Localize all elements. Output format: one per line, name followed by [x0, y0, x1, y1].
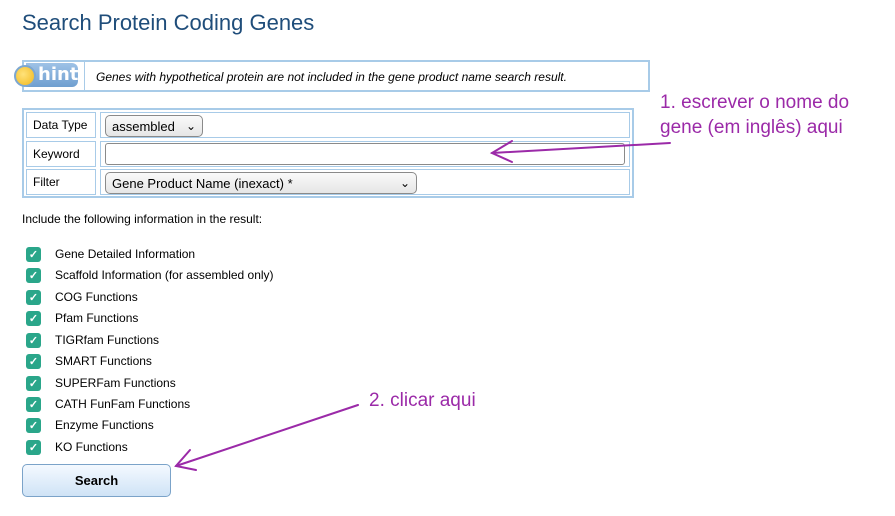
- page: Search Protein Coding Genes hint: Genes …: [0, 0, 895, 516]
- arrow-to-keyword-input: [491, 142, 671, 154]
- annotation-arrows: [174, 140, 671, 471]
- arrow-to-search-button: [175, 404, 359, 467]
